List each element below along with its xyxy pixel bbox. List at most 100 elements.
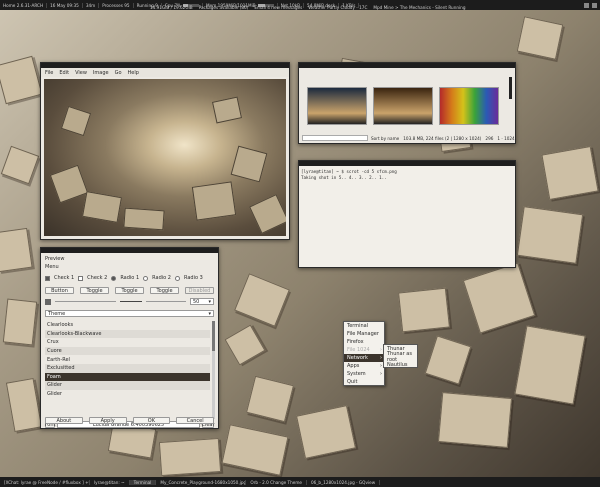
dialog-buttons: About Apply OK Cancel [45, 417, 214, 424]
toggle-button[interactable]: Toggle [80, 287, 109, 294]
count-label: 296 [485, 136, 494, 141]
menu-item[interactable]: Quit [344, 378, 384, 386]
tray-icon[interactable] [592, 2, 597, 8]
taskbar-item[interactable]: [XChat: lyrae @ FreeNode / #fluxbox ] +t… [0, 479, 90, 485]
date-value: 16 May 09:35 [47, 2, 83, 8]
menu-file[interactable]: File [45, 70, 53, 76]
preview-button[interactable]: Button [45, 287, 74, 294]
slider-handle[interactable] [45, 298, 51, 305]
preview-title: Preview [45, 256, 65, 262]
progress-bar [120, 301, 142, 302]
taskbar-item[interactable]: 06_b_1280x1024.jpg - GQview [307, 479, 381, 485]
menu-view[interactable]: View [75, 70, 87, 76]
theme-list-item[interactable]: Foam [45, 372, 210, 382]
horizontal-slider[interactable] [55, 301, 116, 302]
theme-list[interactable]: Clearlooks Clearlooks-Blackwave Crux Cuore E… [45, 321, 210, 419]
menu-item[interactable]: Apps › [344, 362, 384, 370]
window-titlebar[interactable] [41, 248, 218, 253]
thumbnail-browser-window[interactable]: Sort by name 103.8 MB, 224 files (2 | 12… [298, 62, 516, 144]
spin-button[interactable]: 50 ▾ [190, 298, 214, 305]
image-viewer-window[interactable]: File Edit View Image Go Help [40, 62, 290, 240]
theme-list-item[interactable]: Earth-Rel [45, 355, 210, 364]
email-value: 4 new messages [267, 5, 303, 10]
toggle-button[interactable]: Toggle [150, 287, 179, 294]
menu-item-label: System [347, 371, 366, 377]
theme-list-item[interactable]: Glider [45, 390, 210, 399]
radio-1-label: Radio 1 [120, 275, 140, 281]
theme-list-item[interactable]: Crux [45, 338, 210, 347]
menu-edit[interactable]: Edit [59, 70, 69, 76]
thumbnail-image[interactable] [373, 87, 433, 125]
theme-list-item[interactable]: Glider [45, 381, 210, 390]
menu-item[interactable]: Firefox [344, 338, 384, 346]
theme-combo[interactable]: Theme ▾ [45, 310, 214, 317]
menu-item-label: Quit [347, 379, 358, 385]
check-2-label: Check 2 [87, 275, 108, 281]
weather-value: Partly Cloudy - 17C [327, 5, 368, 10]
mpd-label: Mpd [373, 5, 383, 10]
menu-item[interactable]: File Manager [344, 330, 384, 338]
checkbox-2[interactable] [78, 275, 84, 281]
menu-item[interactable]: Terminal [344, 322, 384, 330]
menu-go[interactable]: Go [115, 70, 122, 76]
menu-image[interactable]: Image [93, 70, 109, 76]
theme-list-item[interactable]: Cuore [45, 346, 210, 356]
radio-2-label: Radio 2 [152, 275, 171, 281]
disabled-button: Disabled [185, 287, 214, 294]
theme-list-item[interactable]: Clearlooks-Blackwave [45, 329, 210, 339]
sort-label[interactable]: Sort by name [371, 136, 399, 141]
host-value: 2.6.31-ARCH [16, 2, 44, 8]
terminal-window[interactable]: [lyrae@titan] ~ $ scrot -cd 5 sfcm.png T… [298, 160, 516, 268]
terminal-body[interactable]: [lyrae@titan] ~ $ scrot -cd 5 sfcm.png T… [299, 166, 515, 184]
scrollbar[interactable] [509, 77, 512, 99]
scrollbar[interactable] [212, 321, 215, 419]
info-label: 103.8 MB, 224 files (2 | 1280 x 1024) [403, 136, 482, 141]
radio-3[interactable] [174, 275, 180, 281]
theme-combo-value: Theme [48, 310, 66, 317]
uptime-value: 34m [83, 2, 100, 8]
toggle-button[interactable]: Toggle [115, 287, 144, 294]
radio-1[interactable] [111, 275, 117, 281]
menu-item-label: File 1024 [347, 347, 370, 353]
spin-value: 50 [193, 298, 200, 305]
submenu-item[interactable]: Thunar as root [384, 351, 417, 363]
cancel-button[interactable]: Cancel [176, 417, 214, 424]
theme-preview-window[interactable]: Preview Menu Check 1 Check 2 Radio 1 Rad… [40, 247, 219, 429]
theme-list-item[interactable]: Exclusitted [45, 363, 210, 373]
path-field[interactable] [302, 135, 368, 141]
ok-button[interactable]: OK [132, 417, 171, 424]
submenu-arrow-icon: › [380, 347, 382, 353]
menu-item[interactable]: Network › [344, 354, 384, 362]
chevron-down-icon: ▾ [208, 298, 211, 305]
apply-button[interactable]: Apply [88, 417, 127, 424]
window-titlebar[interactable] [299, 63, 515, 68]
taskbar-item[interactable]: lyrae@titan: ~ [90, 479, 130, 485]
root-menu: Terminal File Manager Firefox File 1024 › Net… [343, 321, 385, 386]
thumbnail-image[interactable] [439, 87, 499, 125]
radio-3-label: Radio 3 [183, 275, 203, 281]
email-label: Email [254, 5, 266, 10]
taskbar-item[interactable]: Terminal [129, 479, 157, 485]
menu-item-label: Terminal [347, 323, 369, 329]
radio-2[interactable] [143, 275, 149, 281]
weather-label: Weather [308, 5, 326, 10]
menu-item[interactable]: System › [344, 370, 384, 378]
taskbar-item[interactable]: Orb - 2.0 Change Theme [246, 479, 307, 485]
about-button[interactable]: About [45, 417, 83, 424]
thumbnail-strip [302, 75, 505, 127]
menu-item-label: Apps [347, 363, 360, 369]
processes-value: 95 [124, 2, 130, 8]
status-bar-line2: 14.91GiB / 19.62GiB Packages available (… [150, 5, 466, 10]
mpd-value: Mine > The Mechanics - Silent Running [383, 5, 466, 10]
menu-item-label: Network [347, 355, 368, 361]
submenu-arrow-icon: › [380, 363, 382, 369]
menu-help[interactable]: Help [128, 70, 139, 76]
taskbar-item[interactable]: My_Concrete_Playground-1680x1050.jpg [156, 479, 247, 485]
submenu-arrow-icon: › [380, 371, 382, 377]
theme-list-item[interactable]: Clearlooks [45, 321, 210, 330]
preview-menu[interactable]: Menu [45, 264, 59, 270]
packages-value: Packages available (86) [198, 5, 249, 10]
tray-icon[interactable] [584, 2, 589, 8]
thumbnail-image[interactable] [307, 87, 367, 125]
checkbox-1[interactable] [45, 275, 50, 281]
